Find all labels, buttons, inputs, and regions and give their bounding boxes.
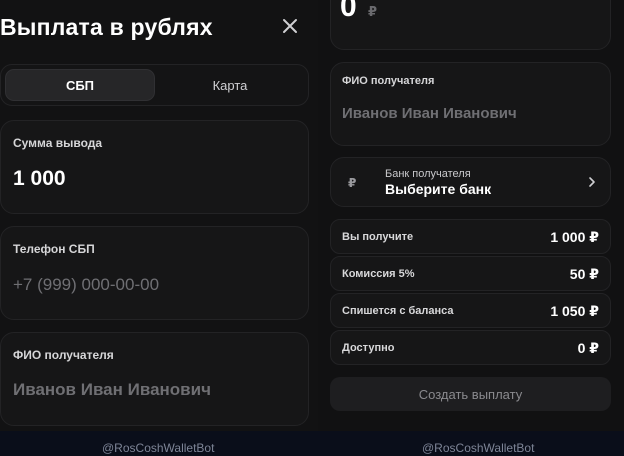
top-amount-currency: ₽	[368, 4, 378, 19]
create-payout-button[interactable]: Создать выплату	[330, 377, 611, 411]
tab-sbp[interactable]: СБП	[5, 69, 155, 101]
bot-handle-right: @RosCoshWalletBot	[422, 441, 535, 455]
summary-value: 50 ₽	[569, 266, 599, 282]
recipient-name-input[interactable]: Иванов Иван Иванович	[13, 380, 211, 400]
summary-row-commission: Комиссия 5% 50 ₽	[330, 256, 611, 291]
amount-label: Сумма вывода	[13, 136, 103, 150]
summary-row-receive: Вы получите 1 000 ₽	[330, 219, 611, 254]
bank-value[interactable]: Выберите банк	[385, 181, 491, 197]
phone-input[interactable]: +7 (999) 000-00-00	[13, 275, 159, 295]
summary-row-debit: Спишется с баланса 1 050 ₽	[330, 293, 611, 328]
tab-card[interactable]: Карта	[155, 69, 305, 101]
right-recipient-name-label: ФИО получателя	[342, 75, 435, 87]
recipient-name-label: ФИО получателя	[13, 348, 114, 362]
summary-label: Комиссия 5%	[342, 268, 415, 280]
summary-value: 1 050 ₽	[550, 303, 599, 319]
page-title: Выплата в рублях	[0, 14, 213, 40]
amount-field[interactable]: Сумма вывода 1 000	[0, 120, 309, 214]
amount-input[interactable]: 1 000	[13, 167, 66, 191]
phone-label: Телефон СБП	[13, 242, 95, 256]
right-recipient-name-input[interactable]: Иванов Иван Иванович	[342, 105, 517, 122]
bot-handle-left: @RosCoshWalletBot	[102, 441, 215, 455]
ruble-icon: ₽	[348, 176, 357, 190]
bank-label: Банк получателя	[385, 168, 471, 180]
summary-row-available: Доступно 0 ₽	[330, 330, 611, 365]
close-icon[interactable]	[280, 16, 300, 36]
phone-field[interactable]: Телефон СБП +7 (999) 000-00-00	[0, 226, 309, 320]
recipient-name-field[interactable]: ФИО получателя Иванов Иван Иванович	[0, 332, 309, 426]
summary-value: 1 000 ₽	[550, 229, 599, 245]
summary-value: 0 ₽	[577, 340, 599, 356]
summary-label: Спишется с баланса	[342, 305, 454, 317]
payout-method-tabs: СБП Карта	[0, 64, 309, 106]
chevron-right-icon[interactable]	[586, 175, 598, 189]
summary-label: Вы получите	[342, 231, 414, 243]
summary-label: Доступно	[342, 342, 395, 354]
right-recipient-name-field[interactable]: ФИО получателя Иванов Иван Иванович	[330, 62, 611, 146]
top-amount-value: 0	[340, 0, 357, 23]
